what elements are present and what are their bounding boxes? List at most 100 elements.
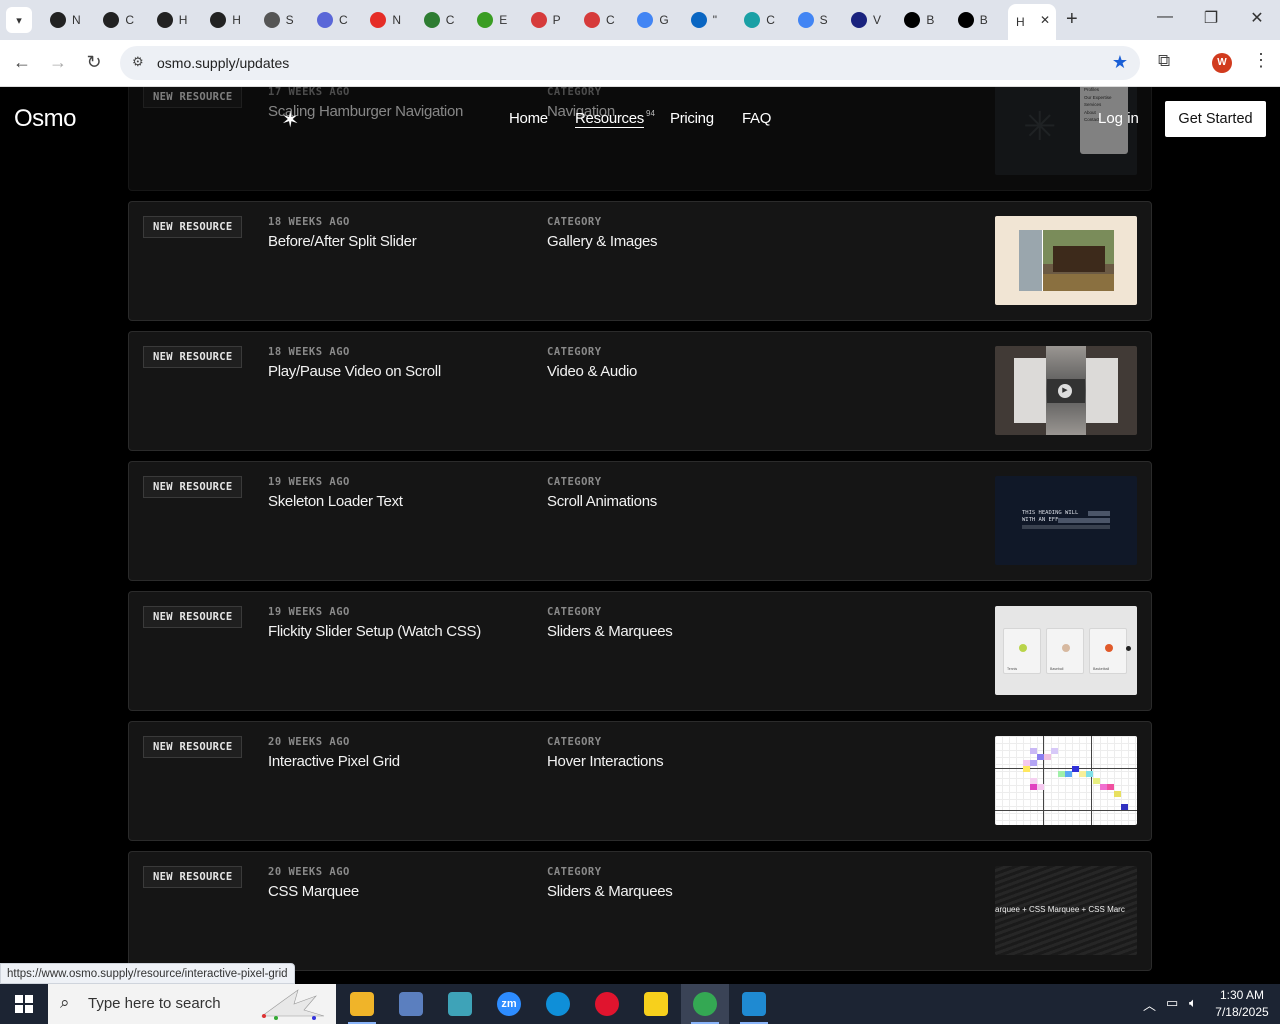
browser-tab[interactable]: S [256,6,308,34]
pixel-cell [1030,784,1037,790]
restore-button[interactable]: ❐ [1188,8,1234,28]
osmo-logo[interactable]: Osmo [14,105,77,133]
browser-tab[interactable]: C [416,6,468,34]
pixel-cell [1065,771,1072,777]
resource-card[interactable]: NEW RESOURCE 20 WEEKS AGO Interactive Pi… [128,721,1152,841]
profile-avatar[interactable]: W [1212,53,1232,73]
nav-faq[interactable]: FAQ [742,110,771,127]
taskbar-app[interactable] [338,984,386,1024]
category-label: CATEGORY [547,346,602,358]
resource-category[interactable]: Sliders & Marquees [547,883,673,900]
system-clock[interactable]: 1:30 AM 7/18/2025 [1210,987,1274,1021]
browser-tab[interactable]: C [736,6,788,34]
taskbar-search[interactable]: ⌕ Type here to search [48,984,336,1024]
bookmark-star-icon[interactable]: ★ [1112,52,1128,73]
nav-home[interactable]: Home [509,110,548,127]
url-text[interactable]: osmo.supply/updates [157,55,289,71]
resource-thumbnail[interactable]: arquee + CSS Marquee + CSS Marc [995,866,1137,955]
resource-thumbnail[interactable]: ▶ [995,346,1137,435]
reload-button[interactable]: ↻ [82,52,106,73]
minimize-button[interactable]: — [1142,8,1188,26]
browser-tab[interactable]: H [149,6,201,34]
browser-tab[interactable]: C [576,6,628,34]
browser-tab[interactable]: V [843,6,895,34]
browser-tab[interactable]: C [309,6,361,34]
resource-category[interactable]: Scroll Animations [547,493,657,510]
webflow-icon [423,12,440,28]
resource-title[interactable]: Play/Pause Video on Scroll [268,363,441,380]
resource-category[interactable]: Video & Audio [547,363,637,380]
taskbar-app[interactable] [436,984,484,1024]
start-button[interactable] [0,984,48,1024]
taskbar-app[interactable] [730,984,778,1024]
resource-title[interactable]: Flickity Slider Setup (Watch CSS) [268,623,481,640]
pixel-cell [1093,778,1100,784]
close-window-button[interactable]: ✕ [1234,8,1280,28]
resource-category[interactable]: Sliders & Marquees [547,623,673,640]
new-tab-button[interactable]: + [1066,8,1078,31]
resource-card[interactable]: NEW RESOURCE 20 WEEKS AGO CSS Marquee CA… [128,851,1152,971]
nav-pricing[interactable]: Pricing [670,110,714,127]
resource-thumbnail[interactable] [995,216,1137,305]
login-link[interactable]: Log in [1098,110,1139,127]
browser-tab[interactable]: G [629,6,681,34]
page-content: NEW RESOURCE 17 WEEKS AGO Scaling Hambur… [0,87,1280,984]
resource-title[interactable]: CSS Marquee [268,883,359,900]
pixel-cell [1030,760,1037,766]
network-icon[interactable]: ▭ [1166,995,1178,1011]
resources-count: 94 [646,109,655,118]
browser-tab[interactable]: N [362,6,414,34]
nav-resources[interactable]: Resources [575,110,644,128]
browser-tab[interactable]: C [95,6,147,34]
pixel-cell [1072,766,1079,772]
resource-category[interactable]: Hover Interactions [547,753,664,770]
forward-button[interactable]: → [46,52,70,73]
resource-category[interactable]: Gallery & Images [547,233,658,250]
volume-icon[interactable]: 🔈︎ [1189,995,1197,1011]
browser-tab[interactable]: " [683,6,735,34]
resource-title[interactable]: Interactive Pixel Grid [268,753,400,770]
taskbar-app[interactable] [632,984,680,1024]
pixel-cell [1079,771,1086,777]
resource-thumbnail[interactable] [995,736,1137,825]
taskbar-app[interactable]: zm [485,984,533,1024]
tab-title: C [125,13,135,27]
ball-icon [1019,644,1027,652]
browser-tab[interactable]: S [790,6,842,34]
pixel-cell [1107,784,1114,790]
browser-menu-icon[interactable]: ⋮ [1252,50,1270,71]
tab-active[interactable]: H ✕ [1008,4,1056,40]
taskbar-app[interactable] [387,984,435,1024]
taskbar-app[interactable] [583,984,631,1024]
back-button[interactable]: ← [10,52,34,73]
slide-label: Baseball [1050,667,1064,671]
search-placeholder: Type here to search [88,995,221,1012]
resource-thumbnail[interactable]: THIS HEADING WILL WITH AN EFF [995,476,1137,565]
browser-tab[interactable]: B [896,6,948,34]
address-bar[interactable]: ⚙ osmo.supply/updates ★ [120,46,1140,80]
resource-card[interactable]: NEW RESOURCE 19 WEEKS AGO Flickity Slide… [128,591,1152,711]
tray-overflow-icon[interactable]: ︿ [1143,995,1156,1014]
extensions-icon[interactable]: ⧉ [1158,51,1170,71]
resource-title[interactable]: Before/After Split Slider [268,233,417,250]
taskbar-app[interactable] [534,984,582,1024]
resource-thumbnail[interactable]: Tennis Baseball Basketball [995,606,1137,695]
google-icon [797,12,814,28]
resource-card[interactable]: NEW RESOURCE 18 WEEKS AGO Before/After S… [128,201,1152,321]
tab-search-button[interactable]: ▾ [6,7,32,33]
browser-tab[interactable]: B [950,6,1002,34]
resource-card[interactable]: NEW RESOURCE 19 WEEKS AGO Skeleton Loade… [128,461,1152,581]
close-tab-icon[interactable]: ✕ [1040,13,1050,27]
browser-tab[interactable]: P [523,6,575,34]
resource-card[interactable]: NEW RESOURCE 18 WEEKS AGO Play/Pause Vid… [128,331,1152,451]
resource-title[interactable]: Skeleton Loader Text [268,493,403,510]
site-info-icon[interactable]: ⚙ [132,54,144,70]
taskbar-app[interactable] [681,984,729,1024]
browser-tab[interactable]: H [202,6,254,34]
youtube-icon [370,12,387,28]
new-resource-badge: NEW RESOURCE [143,606,243,628]
file-explorer-icon [350,992,374,1016]
get-started-button[interactable]: Get Started [1165,101,1266,137]
browser-tab[interactable]: N [42,6,94,34]
browser-tab[interactable]: E [469,6,521,34]
